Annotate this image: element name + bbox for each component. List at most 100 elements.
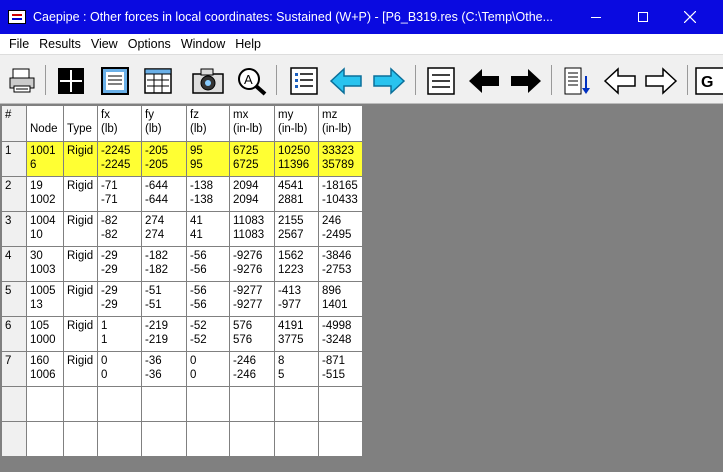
row-number[interactable]: 2 bbox=[1, 176, 27, 212]
header-type[interactable]: Type bbox=[63, 105, 98, 142]
header-mx[interactable]: mx (in-lb) bbox=[229, 105, 275, 142]
cell-node[interactable]: 1005 13 bbox=[26, 281, 64, 317]
empty-cell[interactable] bbox=[97, 386, 142, 422]
table-row[interactable]: 2 19 1002 Rigid -71 -71 -644 -644 -138 -138 … bbox=[1, 176, 363, 212]
cell-fy[interactable]: -219 -219 bbox=[141, 316, 187, 352]
empty-cell[interactable] bbox=[63, 421, 98, 457]
empty-cell[interactable] bbox=[97, 421, 142, 457]
empty-cell[interactable] bbox=[229, 421, 275, 457]
cell-mx[interactable]: 2094 2094 bbox=[229, 176, 275, 212]
previous-outline-button[interactable] bbox=[602, 63, 638, 99]
cell-mz[interactable]: -871 -515 bbox=[318, 351, 363, 387]
empty-cell[interactable] bbox=[274, 386, 319, 422]
cell-node[interactable]: 30 1003 bbox=[26, 246, 64, 282]
cell-mz[interactable]: -3846 -2753 bbox=[318, 246, 363, 282]
previous-cyan-button[interactable] bbox=[328, 63, 364, 99]
cell-fz[interactable]: 00 bbox=[186, 351, 230, 387]
cell-fy[interactable]: -51 -51 bbox=[141, 281, 187, 317]
cell-type[interactable]: Rigid bbox=[63, 141, 98, 177]
table-row-selected[interactable]: 1 1001 6 Rigid -2245 -2245 -205 -205 95 95 6… bbox=[1, 141, 363, 177]
row-number[interactable]: 5 bbox=[1, 281, 27, 317]
cell-mx[interactable]: -246 -246 bbox=[229, 351, 275, 387]
cell-type[interactable]: Rigid bbox=[63, 211, 98, 247]
cell-type[interactable]: Rigid bbox=[63, 176, 98, 212]
empty-cell[interactable] bbox=[141, 386, 187, 422]
sort-down-button[interactable] bbox=[558, 63, 594, 99]
table-view-button[interactable] bbox=[140, 63, 176, 99]
cell-mx[interactable]: 11083 11083 bbox=[229, 211, 275, 247]
cell-fx[interactable]: 11 bbox=[97, 316, 142, 352]
row-number[interactable] bbox=[1, 386, 27, 422]
cell-type[interactable]: Rigid bbox=[63, 246, 98, 282]
cell-mz[interactable]: 33323 35789 bbox=[318, 141, 363, 177]
minimize-button[interactable] bbox=[573, 0, 619, 34]
cell-node[interactable]: 19 1002 bbox=[26, 176, 64, 212]
header-fx[interactable]: fx (lb) bbox=[97, 105, 142, 142]
app-icon[interactable] bbox=[8, 10, 26, 24]
menu-view[interactable]: View bbox=[86, 37, 123, 51]
header-node[interactable]: Node bbox=[26, 105, 64, 142]
cell-type[interactable]: Rigid bbox=[63, 281, 98, 317]
table-row[interactable]: 5 1005 13 Rigid -29 -29 -51 -51 -56 -56 -927… bbox=[1, 281, 363, 317]
table-row[interactable]: 4 30 1003 Rigid -29 -29 -182 -182 -56 -56 -9… bbox=[1, 246, 363, 282]
empty-cell[interactable] bbox=[186, 386, 230, 422]
cell-fy[interactable]: -205 -205 bbox=[141, 141, 187, 177]
header-mz[interactable]: mz (in-lb) bbox=[318, 105, 363, 142]
cell-fx[interactable]: -2245 -2245 bbox=[97, 141, 142, 177]
cell-fz[interactable]: -138 -138 bbox=[186, 176, 230, 212]
table-row[interactable]: 3 1004 10 Rigid -82 -82 274 274 41 41 11083 1… bbox=[1, 211, 363, 247]
cell-my[interactable]: 10250 11396 bbox=[274, 141, 319, 177]
close-button[interactable] bbox=[667, 0, 713, 34]
empty-cell[interactable] bbox=[229, 386, 275, 422]
empty-row[interactable] bbox=[1, 421, 363, 457]
cell-my[interactable]: 1562 1223 bbox=[274, 246, 319, 282]
camera-button[interactable] bbox=[190, 63, 226, 99]
goto-button[interactable]: G bbox=[693, 63, 723, 99]
cell-node[interactable]: 1001 6 bbox=[26, 141, 64, 177]
cell-fy[interactable]: -644 -644 bbox=[141, 176, 187, 212]
next-black-button[interactable] bbox=[508, 63, 544, 99]
cell-fx[interactable]: 00 bbox=[97, 351, 142, 387]
cell-fy[interactable]: -182 -182 bbox=[141, 246, 187, 282]
cell-fy[interactable]: -36 -36 bbox=[141, 351, 187, 387]
maximize-button[interactable] bbox=[620, 0, 666, 34]
document-view-button[interactable] bbox=[97, 63, 133, 99]
cell-fz[interactable]: -56 -56 bbox=[186, 281, 230, 317]
cell-fz[interactable]: 41 41 bbox=[186, 211, 230, 247]
cell-node[interactable]: 1004 10 bbox=[26, 211, 64, 247]
header-fy[interactable]: fy (lb) bbox=[141, 105, 187, 142]
cell-fx[interactable]: -29 -29 bbox=[97, 246, 142, 282]
header-my[interactable]: my (in-lb) bbox=[274, 105, 319, 142]
row-number[interactable]: 6 bbox=[1, 316, 27, 352]
cell-mx[interactable]: -9276 -9276 bbox=[229, 246, 275, 282]
empty-cell[interactable] bbox=[318, 421, 363, 457]
next-outline-button[interactable] bbox=[643, 63, 679, 99]
cell-my[interactable]: 85 bbox=[274, 351, 319, 387]
table-row[interactable]: 7 160 1006 Rigid 00 -36 -36 00 -246 -246 85… bbox=[1, 351, 363, 387]
cell-mx[interactable]: 576 576 bbox=[229, 316, 275, 352]
header-fz[interactable]: fz (lb) bbox=[186, 105, 230, 142]
empty-cell[interactable] bbox=[186, 421, 230, 457]
cell-node[interactable]: 105 1000 bbox=[26, 316, 64, 352]
cell-fy[interactable]: 274 274 bbox=[141, 211, 187, 247]
cell-my[interactable]: 4191 3775 bbox=[274, 316, 319, 352]
row-number[interactable] bbox=[1, 421, 27, 457]
cell-fz[interactable]: -56 -56 bbox=[186, 246, 230, 282]
cell-fz[interactable]: 95 95 bbox=[186, 141, 230, 177]
cell-fz[interactable]: -52 -52 bbox=[186, 316, 230, 352]
cell-my[interactable]: 4541 2881 bbox=[274, 176, 319, 212]
menu-results[interactable]: Results bbox=[34, 37, 86, 51]
row-number[interactable]: 4 bbox=[1, 246, 27, 282]
row-number[interactable]: 7 bbox=[1, 351, 27, 387]
cell-type[interactable]: Rigid bbox=[63, 316, 98, 352]
cell-mx[interactable]: 6725 6725 bbox=[229, 141, 275, 177]
print-button[interactable] bbox=[4, 63, 40, 99]
cell-type[interactable]: Rigid bbox=[63, 351, 98, 387]
list-button[interactable] bbox=[286, 63, 322, 99]
empty-cell[interactable] bbox=[318, 386, 363, 422]
cell-my[interactable]: -413 -977 bbox=[274, 281, 319, 317]
zoom-button[interactable]: A bbox=[234, 63, 270, 99]
menu-options[interactable]: Options bbox=[123, 37, 176, 51]
cell-fx[interactable]: -29 -29 bbox=[97, 281, 142, 317]
empty-cell[interactable] bbox=[274, 421, 319, 457]
